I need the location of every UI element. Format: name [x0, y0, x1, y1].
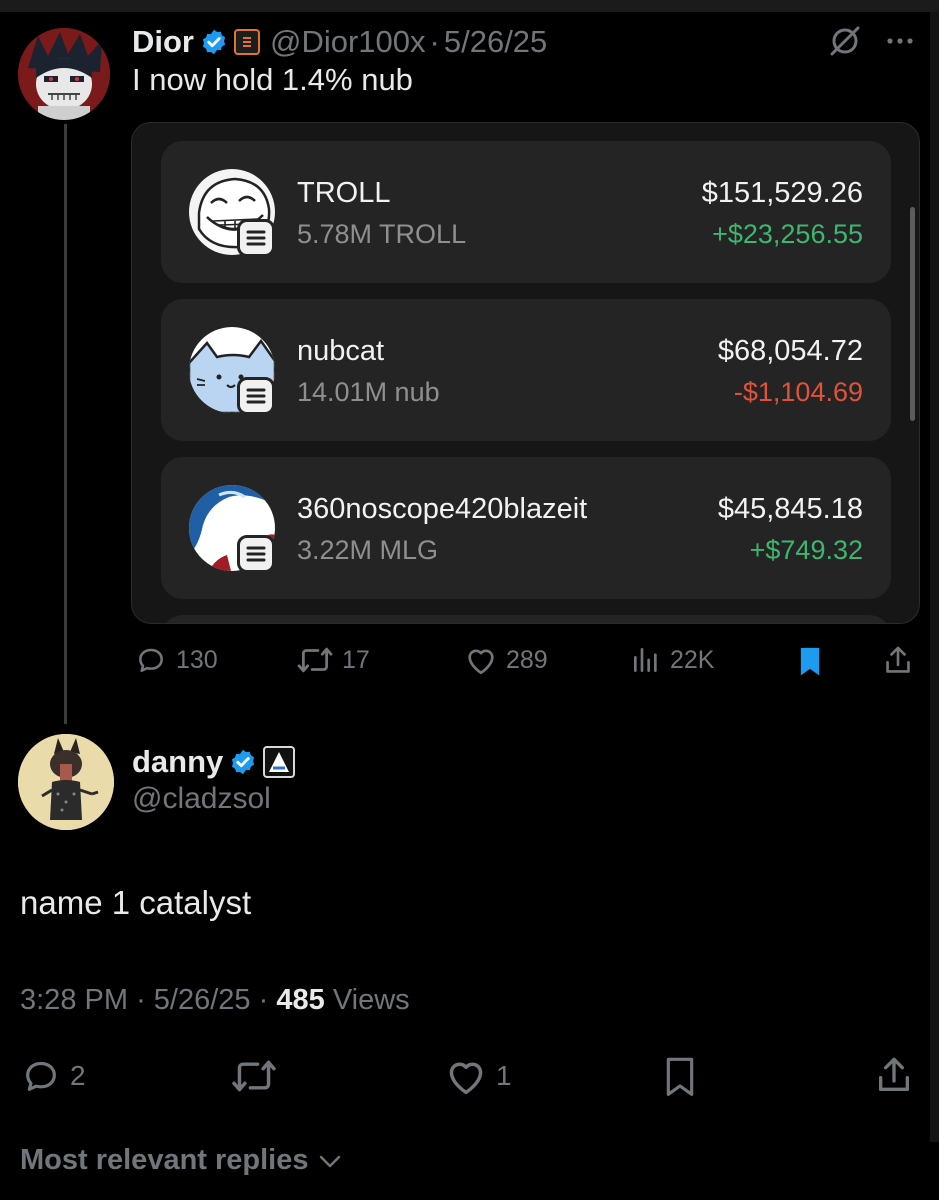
separator: · — [429, 24, 440, 59]
thread-line — [64, 124, 67, 724]
author-name[interactable]: Dior — [132, 24, 194, 60]
repost-action[interactable]: 17 — [296, 644, 370, 676]
token-name: TROLL — [297, 177, 391, 209]
views-chart-icon — [634, 648, 657, 672]
token-name: nubcat — [297, 335, 385, 367]
token-amount: 14.01M nub — [297, 377, 440, 407]
reply-icon — [139, 648, 163, 672]
replies-sort-label: Most relevant replies — [20, 1144, 309, 1176]
reply-action[interactable]: 130 — [134, 644, 218, 676]
reply-text: name 1 catalyst — [20, 884, 252, 921]
like-action[interactable]: 1 — [444, 1056, 512, 1096]
post-meta: 3:28 PM · 5/26/25 · 485 Views — [20, 984, 410, 1017]
token-amount: 3.22M MLG — [297, 535, 439, 565]
views-label: Views — [332, 984, 410, 1016]
heart-icon — [468, 649, 494, 675]
affiliate-logo-icon[interactable] — [263, 746, 296, 778]
token-change: +$23,256.55 — [712, 219, 863, 249]
reply-count: 130 — [176, 645, 218, 674]
replies-sort-dropdown[interactable]: Most relevant replies — [20, 1144, 343, 1177]
danny-avatar[interactable] — [18, 734, 114, 830]
post-time[interactable]: 3:28 PM — [20, 984, 128, 1016]
troll-face-icon — [189, 169, 275, 257]
solana-chain-icon — [237, 219, 275, 257]
author-handle[interactable]: @cladzsol — [132, 782, 271, 816]
share-icon — [879, 1057, 909, 1091]
verified-badge-icon — [232, 749, 255, 775]
chevron-down-icon — [319, 1155, 340, 1167]
repost-action[interactable] — [230, 1056, 278, 1096]
reply-action[interactable]: 2 — [20, 1056, 86, 1096]
token-change: -$1,104.69 — [733, 377, 863, 407]
share-icon — [886, 646, 910, 673]
repost-count: 17 — [342, 645, 370, 674]
top-bar — [0, 0, 939, 12]
bookmark-filled-icon — [800, 647, 820, 676]
token-row-nubcat: nubcat 14.01M nub $68,054.72 -$1,104.69 — [161, 299, 891, 441]
bookmark-action[interactable] — [660, 1054, 700, 1098]
bookmark-action[interactable] — [794, 644, 826, 678]
token-row-troll: TROLL 5.78M TROLL $151,529.26 +$23,256.5… — [161, 141, 891, 283]
heart-icon — [449, 1062, 483, 1095]
wallet-screenshot[interactable]: TROLL 5.78M TROLL $151,529.26 +$23,256.5… — [131, 122, 920, 624]
token-name: 360noscope420blazeit — [297, 493, 588, 525]
more-options-icon[interactable] — [882, 26, 918, 56]
reply-header: danny — [132, 742, 296, 782]
solana-chain-icon — [237, 535, 275, 573]
post-date[interactable]: 5/26/25 — [154, 984, 251, 1016]
reply-count: 2 — [70, 1060, 86, 1091]
token-value: $68,054.72 — [717, 335, 863, 367]
like-action[interactable]: 289 — [464, 644, 548, 676]
separator: · — [258, 984, 269, 1016]
grok-icon[interactable] — [828, 24, 862, 58]
token-row-partial — [161, 615, 891, 623]
views-count: 22K — [670, 645, 715, 674]
mlg-icon — [189, 485, 275, 573]
repost-icon — [297, 647, 333, 673]
views-count: 485 — [276, 984, 325, 1016]
token-row-mlg: 360noscope420blazeit 3.22M MLG $45,845.1… — [161, 457, 891, 599]
post-header: Dior @Dior100x · 5/26/25 — [132, 22, 547, 62]
nubcat-icon — [189, 327, 275, 415]
like-count: 289 — [506, 645, 548, 674]
separator: · — [136, 984, 146, 1016]
token-value: $45,845.18 — [717, 493, 863, 525]
author-name[interactable]: danny — [132, 744, 223, 780]
share-action[interactable] — [874, 1054, 914, 1098]
post-text: I now hold 1.4% nub — [132, 62, 413, 97]
verified-badge-icon — [202, 29, 226, 55]
token-amount: 5.78M TROLL — [297, 219, 467, 249]
dior-avatar[interactable] — [18, 28, 110, 120]
share-action[interactable] — [882, 644, 914, 678]
affiliate-badge-icon[interactable] — [234, 29, 260, 55]
token-change: +$749.32 — [749, 535, 863, 565]
solana-chain-icon — [237, 377, 275, 415]
token-value: $151,529.26 — [701, 177, 863, 209]
bookmark-icon — [666, 1057, 694, 1096]
reply-icon — [26, 1061, 56, 1091]
views-action[interactable]: 22K — [630, 644, 714, 676]
page-scrollbar[interactable] — [930, 12, 939, 1142]
wallet-scrollbar — [910, 207, 915, 421]
author-handle[interactable]: @Dior100x — [270, 24, 426, 60]
repost-icon — [232, 1060, 276, 1092]
like-count: 1 — [496, 1060, 512, 1091]
post-date[interactable]: 5/26/25 — [444, 24, 547, 60]
